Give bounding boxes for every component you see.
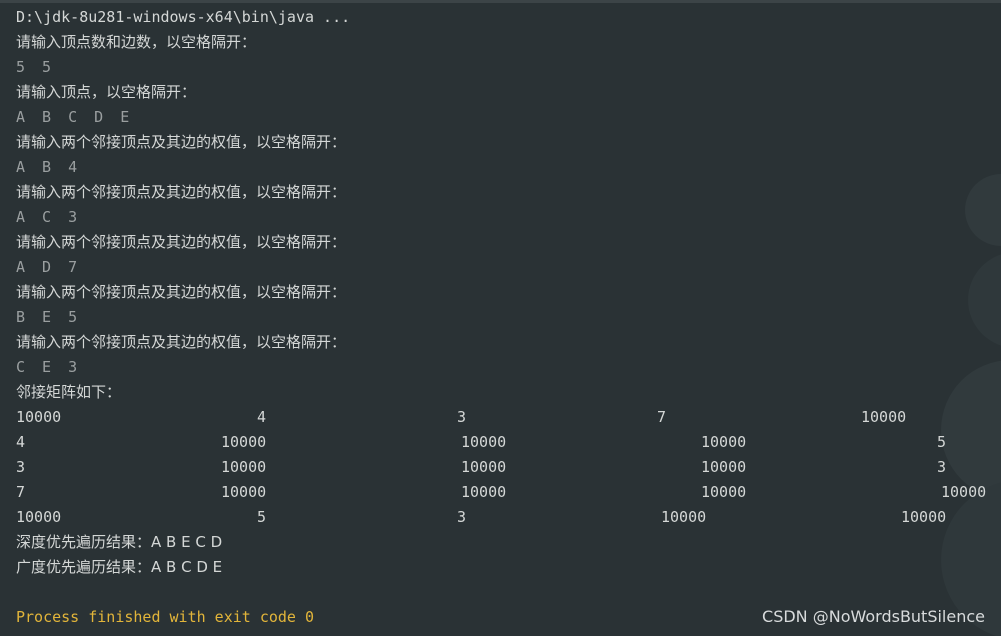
dfs-result: 深度优先遍历结果：A B E C D	[16, 533, 223, 551]
matrix-cell: 5	[937, 433, 947, 451]
matrix-cell: 10000	[16, 508, 62, 526]
exit-message: Process finished with exit code 0	[16, 608, 315, 626]
background-decoration-icon	[941, 174, 1001, 636]
matrix-cell: 4	[257, 408, 267, 426]
matrix-cell: 10000	[701, 483, 747, 501]
input-counts: 5 5	[16, 58, 56, 76]
run-console[interactable]: D:\jdk-8u281-windows-x64\bin\java ... 请输…	[0, 0, 1001, 636]
matrix-cell: 10000	[941, 483, 987, 501]
matrix-cell: 3	[457, 408, 467, 426]
matrix-cell: 10000	[861, 408, 907, 426]
matrix-cell: 10000	[221, 433, 267, 451]
prompt-edge-2: 请输入两个邻接顶点及其边的权值，以空格隔开：	[16, 183, 347, 201]
matrix-cell: 10000	[661, 508, 707, 526]
matrix-cell: 7	[16, 483, 26, 501]
matrix-cell: 10000	[701, 433, 747, 451]
matrix-cell: 10000	[221, 458, 267, 476]
console-top-border	[0, 0, 1001, 3]
prompt-counts: 请输入顶点数和边数，以空格隔开：	[16, 33, 257, 51]
input-vertices: A B C D E	[16, 108, 134, 126]
matrix-cell: 10000	[461, 458, 507, 476]
input-edge-5: C E 3	[16, 358, 82, 376]
prompt-vertices: 请输入顶点，以空格隔开：	[16, 83, 197, 101]
matrix-cell: 7	[657, 408, 667, 426]
matrix-cell: 4	[16, 433, 26, 451]
prompt-edge-4: 请输入两个邻接顶点及其边的权值，以空格隔开：	[16, 283, 347, 301]
matrix-cell: 3	[16, 458, 26, 476]
matrix-cell: 3	[457, 508, 467, 526]
input-edge-4: B E 5	[16, 308, 82, 326]
bfs-result: 广度优先遍历结果：A B C D E	[16, 558, 223, 576]
prompt-edge-3: 请输入两个邻接顶点及其边的权值，以空格隔开：	[16, 233, 347, 251]
matrix-cell: 10000	[461, 433, 507, 451]
matrix-title: 邻接矩阵如下：	[16, 383, 122, 401]
csdn-watermark: CSDN @NoWordsButSilence	[762, 607, 985, 626]
input-edge-3: A D 7	[16, 258, 82, 276]
matrix-cell: 5	[257, 508, 267, 526]
matrix-cell: 10000	[461, 483, 507, 501]
prompt-edge-5: 请输入两个邻接顶点及其边的权值，以空格隔开：	[16, 333, 347, 351]
matrix-cell: 10000	[901, 508, 947, 526]
matrix-cell: 10000	[221, 483, 267, 501]
input-edge-1: A B 4	[16, 158, 82, 176]
input-edge-2: A C 3	[16, 208, 82, 226]
matrix-cell: 10000	[16, 408, 62, 426]
run-command-line: D:\jdk-8u281-windows-x64\bin\java ...	[16, 8, 351, 26]
matrix-cell: 3	[937, 458, 947, 476]
matrix-cell: 10000	[701, 458, 747, 476]
prompt-edge-1: 请输入两个邻接顶点及其边的权值，以空格隔开：	[16, 133, 347, 151]
